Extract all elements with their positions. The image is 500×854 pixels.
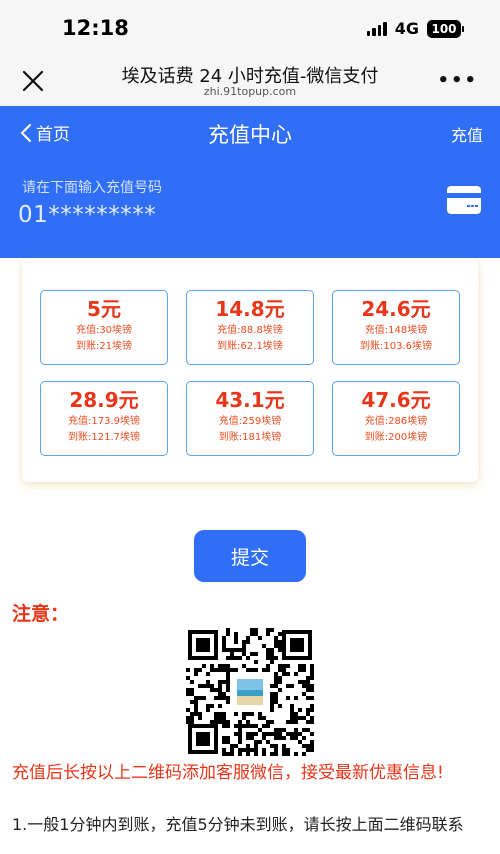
- package-charge: 充值:173.9埃镑: [68, 416, 140, 427]
- browser-url: zhi.91topup.com: [203, 85, 297, 98]
- submit-button[interactable]: 提交: [194, 530, 306, 582]
- package-price: 28.9元: [69, 388, 139, 412]
- package-option[interactable]: 14.8元 充值:88.8埃镑 到账:62.1埃镑: [186, 290, 314, 365]
- package-charge: 充值:148埃镑: [364, 325, 428, 336]
- package-receive: 到账:121.7埃镑: [68, 432, 140, 443]
- package-receive: 到账:21埃镑: [75, 341, 133, 352]
- phone-input[interactable]: 01*********: [18, 202, 156, 228]
- package-option[interactable]: 43.1元 充值:259埃镑 到账:181埃镑: [186, 381, 314, 456]
- package-receive: 到账:103.6埃镑: [360, 341, 432, 352]
- package-price: 14.8元: [215, 297, 285, 321]
- notice-text: 充值后长按以上二维码添加客服微信，接受最新优惠信息!: [12, 763, 444, 783]
- phone-hint: 请在下面输入充值号码: [22, 180, 162, 196]
- package-option[interactable]: 5元 充值:30埃镑 到账:21埃镑: [40, 290, 168, 365]
- battery-level: 100: [427, 19, 461, 38]
- package-receive: 到账:62.1埃镑: [217, 341, 283, 352]
- package-price: 47.6元: [361, 388, 431, 412]
- package-receive: 到账:200埃镑: [364, 432, 428, 443]
- package-charge: 充值:259埃镑: [218, 416, 282, 427]
- recharge-link[interactable]: 充值: [451, 122, 483, 146]
- more-icon[interactable]: •••: [437, 70, 478, 91]
- package-charge: 充值:30埃镑: [75, 325, 133, 336]
- status-time: 12:18: [62, 16, 129, 40]
- browser-bar: 埃及话费 24 小时充值-微信支付 zhi.91topup.com •••: [0, 58, 500, 106]
- package-price: 24.6元: [361, 297, 431, 321]
- package-option[interactable]: 24.6元 充值:148埃镑 到账:103.6埃镑: [332, 290, 460, 365]
- battery-icon: 100: [427, 19, 464, 38]
- status-indicators: 4G 100: [366, 19, 464, 38]
- page-title: 充值中心: [208, 123, 292, 147]
- status-bar: 12:18 4G 100: [0, 0, 500, 58]
- chevron-left-icon: [20, 123, 32, 142]
- notice-title: 注意：: [12, 603, 70, 625]
- package-price: 43.1元: [215, 388, 285, 412]
- package-option[interactable]: 28.9元 充值:173.9埃镑 到账:121.7埃镑: [40, 381, 168, 456]
- qr-code[interactable]: [186, 628, 314, 756]
- close-icon[interactable]: [20, 68, 46, 94]
- package-charge: 充值:286埃镑: [364, 416, 428, 427]
- package-grid: 5元 充值:30埃镑 到账:21埃镑 14.8元 充值:88.8埃镑 到账:62…: [22, 258, 478, 482]
- notice-item: 1.一般1分钟内到账，充值5分钟未到账，请长按上面二维码联系: [12, 815, 464, 834]
- package-option[interactable]: 47.6元 充值:286埃镑 到账:200埃镑: [332, 381, 460, 456]
- package-price: 5元: [87, 297, 121, 321]
- recharge-header: 首页 充值中心 充值 请在下面输入充值号码 01*********: [0, 106, 500, 258]
- back-label: 首页: [36, 125, 70, 145]
- signal-icon: [366, 21, 387, 36]
- package-charge: 充值:88.8埃镑: [217, 325, 283, 336]
- back-button[interactable]: 首页: [20, 120, 70, 145]
- package-receive: 到账:181埃镑: [218, 432, 282, 443]
- card-icon[interactable]: [446, 185, 482, 215]
- network-type: 4G: [394, 19, 419, 38]
